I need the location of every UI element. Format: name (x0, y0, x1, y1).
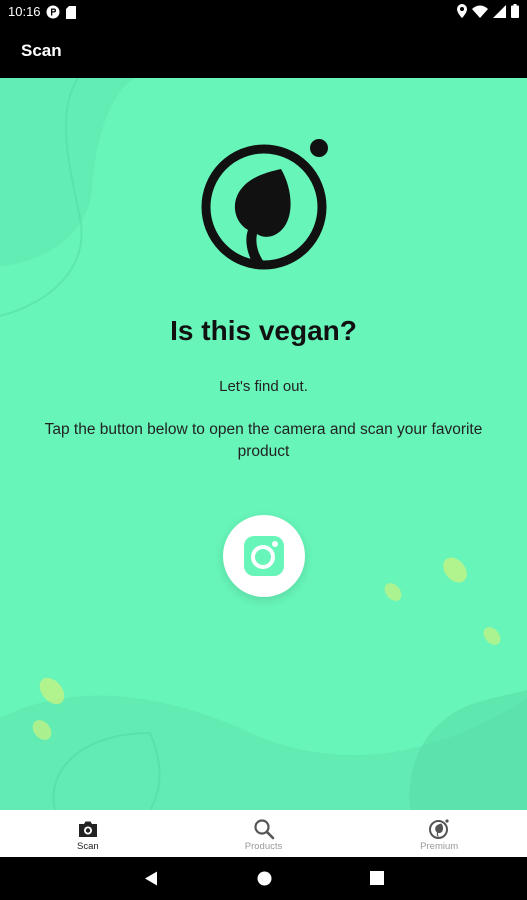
signal-icon (493, 4, 506, 21)
camera-icon (244, 536, 284, 576)
subtitle: Let's find out. (219, 378, 308, 395)
nav-label-scan: Scan (77, 841, 99, 852)
wifi-icon (472, 5, 488, 21)
nav-item-products[interactable]: Products (176, 810, 352, 857)
app-logo (200, 138, 330, 270)
nav-label-premium: Premium (420, 841, 459, 852)
system-navigation-bar (0, 857, 527, 900)
nav-item-premium[interactable]: Premium (351, 810, 527, 857)
back-icon[interactable] (144, 871, 158, 891)
nav-label-products: Products (244, 841, 283, 852)
battery-icon (511, 4, 519, 21)
app-bar: Scan (0, 24, 527, 78)
p-circle-icon (46, 5, 60, 22)
scan-screen: Is this vegan? Let's find out. Tap the b… (0, 78, 527, 810)
app-title: Scan (21, 41, 62, 60)
recents-icon[interactable] (370, 871, 384, 890)
search-icon (253, 819, 274, 840)
sd-card-icon (66, 5, 76, 22)
leaf-badge-icon (429, 819, 449, 839)
location-icon (457, 4, 467, 21)
instruction-text: Tap the button below to open the camera … (44, 421, 483, 460)
camera-icon (78, 821, 97, 837)
open-camera-button[interactable] (223, 515, 305, 597)
home-icon[interactable] (257, 871, 272, 891)
status-bar: 10:16 (0, 0, 527, 24)
nav-item-scan[interactable]: Scan (0, 810, 176, 857)
status-time: 10:16 (8, 4, 41, 19)
bottom-navigation: Scan Products Premium (0, 810, 527, 857)
page-title: Is this vegan? (170, 315, 357, 346)
